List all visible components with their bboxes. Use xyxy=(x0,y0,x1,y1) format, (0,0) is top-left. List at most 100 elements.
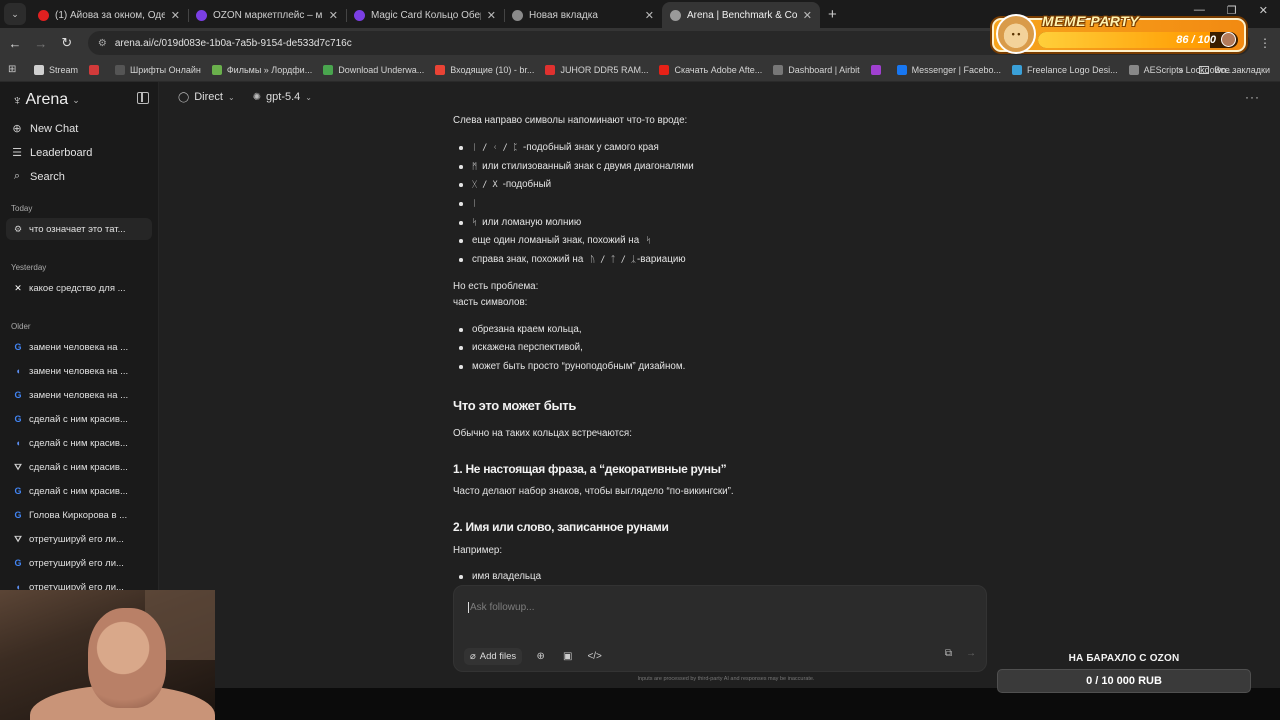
screen: ⌄ (1) Айова за окном, Одесса в г ✕ OZON … xyxy=(0,0,1280,720)
brand[interactable]: ♆ Arena ⌄ xyxy=(12,91,80,109)
close-icon[interactable]: ✕ xyxy=(487,9,496,22)
youtube-icon xyxy=(38,9,49,21)
bookmark-favicon-icon xyxy=(115,64,126,75)
bookmark-item[interactable]: Шрифты Онлайн xyxy=(115,64,201,75)
bookmark-item[interactable]: Freelance Logo Desi... xyxy=(1012,64,1118,75)
back-icon[interactable]: ← xyxy=(2,36,28,51)
bookmark-item[interactable]: Входящие (10) - br... xyxy=(435,64,535,75)
history-item[interactable]: ✕ какое средство для ... xyxy=(6,277,152,299)
subheading: 1. Не настоящая фраза, а “декоративные р… xyxy=(453,462,727,476)
google-icon: G xyxy=(14,414,22,424)
list-text: еще один ломаный знак, похожий на xyxy=(472,235,640,246)
history-item[interactable]: Gсделай с ним красив... xyxy=(6,408,152,430)
chevron-right-icon[interactable]: » xyxy=(1178,65,1183,75)
more-icon[interactable]: ··· xyxy=(1245,90,1260,104)
bookmark-item[interactable]: Download Underwa... xyxy=(323,64,424,75)
triangle-icon: ⛛ xyxy=(14,533,22,544)
tab-arena[interactable]: Arena | Benchmark & Compare ✕ xyxy=(662,2,820,28)
section-yesterday: Yesterday xyxy=(11,263,47,272)
rune-code: ᛗ xyxy=(472,162,478,172)
maximize-icon[interactable]: ❐ xyxy=(1227,4,1237,17)
reload-icon[interactable]: ↻ xyxy=(54,35,80,51)
tab-title: Новая вкладка xyxy=(529,9,598,21)
bookmark-favicon-icon xyxy=(659,64,670,75)
list-text: -вариацию xyxy=(637,254,686,265)
arena-icon xyxy=(670,9,681,21)
history-label: замени человека на ... xyxy=(29,389,129,401)
avatar xyxy=(1221,32,1236,47)
new-tab-icon[interactable]: + xyxy=(828,6,837,23)
close-icon[interactable]: ✕ xyxy=(329,9,338,22)
bookmark-favicon-icon xyxy=(870,64,881,75)
code-icon[interactable]: </> xyxy=(586,651,603,662)
composer[interactable]: Ask followup... ⌀ Add files ⊕ ▣ </> ⧉ → xyxy=(453,585,987,672)
composer-actions: ⧉ → xyxy=(945,648,976,659)
history-item[interactable]: ⛛ сделай с ним красив... xyxy=(6,456,152,478)
sidebar-toggle-icon[interactable] xyxy=(137,92,149,104)
meme-count: 86 / 100 xyxy=(1176,34,1216,46)
close-icon[interactable]: ✕ xyxy=(803,9,812,22)
image-icon[interactable]: ▣ xyxy=(559,651,576,662)
bookmark-item[interactable] xyxy=(870,64,886,75)
bookmark-item[interactable]: Скачать Adobe Afte... xyxy=(659,64,762,75)
tab-search-icon[interactable]: ⌄ xyxy=(4,3,26,25)
list-text: или стилизованный знак с двумя диагоналя… xyxy=(482,161,694,172)
history-item[interactable]: Gсделай с ним красив... xyxy=(6,480,152,502)
history-label: какое средство для ... xyxy=(29,282,126,294)
history-item[interactable]: Gзамени человека на ... xyxy=(6,384,152,406)
bookmark-item[interactable]: JUHOR DDR5 RAM... xyxy=(545,64,648,75)
bookmark-label: Входящие (10) - br... xyxy=(450,64,535,75)
list-text: -подобный xyxy=(502,179,552,190)
add-files-button[interactable]: ⌀ Add files xyxy=(464,648,523,665)
bookmark-label: Шрифты Онлайн xyxy=(130,64,201,75)
close-icon[interactable]: ✕ xyxy=(645,9,654,22)
history-item[interactable]: ◖ сделай с ним красив... xyxy=(6,432,152,454)
followup-input[interactable]: Ask followup... xyxy=(468,602,534,613)
globe-icon[interactable]: ⊕ xyxy=(532,651,549,662)
send-icon[interactable]: → xyxy=(966,648,976,659)
nav-new-chat[interactable]: ⊕ New Chat xyxy=(10,122,78,136)
bookmark-item[interactable]: Stream xyxy=(34,64,79,75)
attach-icon[interactable]: ⧉ xyxy=(945,648,952,659)
all-bookmarks[interactable]: Все закладки xyxy=(1199,65,1270,75)
url-text: arena.ai/c/019d083e-1b0a-7a5b-9154-de533… xyxy=(114,37,352,49)
bookmark-item[interactable]: Messenger | Facebo... xyxy=(896,64,1001,75)
tab-magic-card[interactable]: Magic Card Кольцо Оберег ку ✕ xyxy=(346,2,504,28)
history-label: сделай с ним красив... xyxy=(29,485,128,497)
close-icon[interactable]: ✕ xyxy=(171,9,180,22)
history-item[interactable]: Gзамени человека на ... xyxy=(6,336,152,358)
menu-icon[interactable]: ⋮ xyxy=(1250,36,1280,50)
history-item[interactable]: ⚙ что означает это тат... xyxy=(6,218,152,240)
history-item[interactable]: Gотретушируй его ли... xyxy=(6,552,152,574)
nav-leaderboard[interactable]: ☰ Leaderboard xyxy=(10,146,92,160)
model-selector[interactable]: ✺ gpt-5.4 ⌄ xyxy=(253,91,312,103)
model-label: gpt-5.4 xyxy=(266,91,301,103)
history-item[interactable]: G Голова Киркорова в ... xyxy=(6,504,152,526)
arena-logo-icon: ♆ xyxy=(12,92,23,108)
bookmark-label: Dashboard | Airbit xyxy=(788,64,860,75)
apps-icon[interactable]: ⊞ xyxy=(8,64,20,75)
bookmark-item[interactable]: Dashboard | Airbit xyxy=(773,64,860,75)
site-info-icon[interactable]: ⚙ xyxy=(98,38,107,49)
bookmark-label: Stream xyxy=(49,64,79,75)
bookmark-item[interactable] xyxy=(89,64,104,75)
mode-label: Direct xyxy=(194,91,223,103)
mode-selector[interactable]: ◯ Direct ⌄ xyxy=(178,91,235,103)
history-label: Голова Киркорова в ... xyxy=(29,509,128,521)
close-window-icon[interactable]: ✕ xyxy=(1259,4,1268,17)
tab-title: Arena | Benchmark & Compare xyxy=(687,9,797,21)
tab-ozon[interactable]: OZON маркетплейс – миллион ✕ xyxy=(188,2,346,28)
history-item[interactable]: ◖ замени человека на ... xyxy=(6,360,152,382)
list-item: имя владельца xyxy=(458,571,542,582)
paragraph: Обычно на таких кольцах встречаются: xyxy=(453,428,632,439)
history-item[interactable]: ⛛ отретушируй его ли... xyxy=(6,528,152,550)
rune-code: ᛋ xyxy=(645,236,652,246)
tab-youtube[interactable]: (1) Айова за окном, Одесса в г ✕ xyxy=(30,2,188,28)
forward-icon[interactable]: → xyxy=(28,36,54,51)
openai-icon: ✺ xyxy=(252,91,262,103)
tab-new[interactable]: Новая вкладка ✕ xyxy=(504,2,662,28)
minimize-icon[interactable]: — xyxy=(1194,4,1205,17)
settings-icon: ⚙ xyxy=(13,223,23,234)
nav-search[interactable]: ⌕ Search xyxy=(10,170,65,183)
bookmark-item[interactable]: Фильмы » Лордфи... xyxy=(211,64,312,75)
